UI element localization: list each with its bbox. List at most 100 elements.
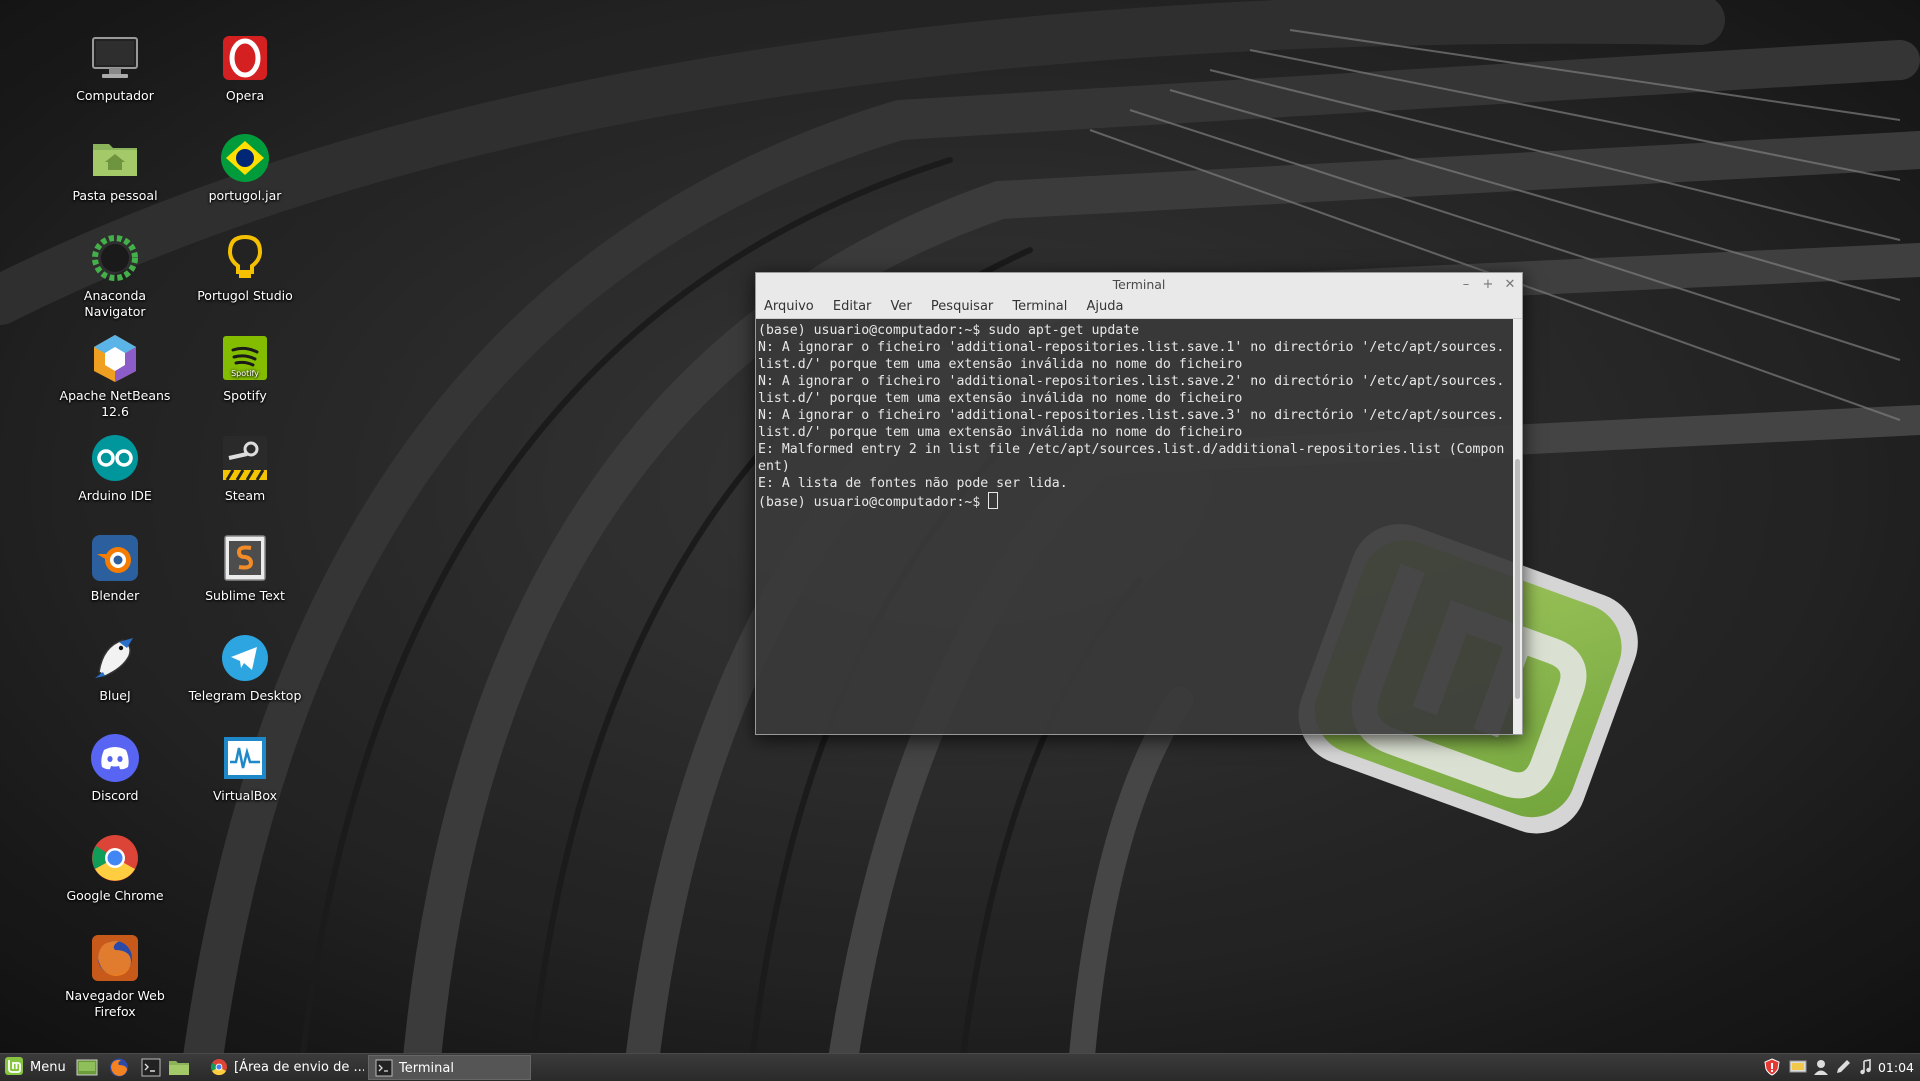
desktop-icon-pasta-pessoal[interactable]: Pasta pessoal — [53, 132, 177, 204]
desktop-icon-label: Discord — [91, 788, 139, 803]
desktop-icon-label: Sublime Text — [205, 588, 285, 603]
firefox-icon — [92, 935, 138, 981]
arduino-icon — [92, 435, 138, 481]
taskbar-task-terminal[interactable]: Terminal — [368, 1055, 531, 1080]
chrome-icon — [211, 1059, 227, 1076]
desktop-icon-computador[interactable]: Computador — [53, 32, 177, 104]
desktop-icon-label: Anaconda Navigator — [83, 288, 147, 319]
spotify-badge-text: Spotify — [231, 369, 259, 378]
blender-icon — [92, 535, 138, 581]
desktop-icon-discord[interactable]: Discord — [53, 732, 177, 804]
text-cursor — [988, 492, 999, 509]
desktop-icon-firefox[interactable]: Navegador Web Firefox — [53, 932, 177, 1020]
desktop-icon-steam[interactable]: Steam — [183, 432, 307, 504]
menu-editar[interactable]: Editar — [831, 299, 874, 314]
terminal-line: E: A lista de fontes não pode ser lida. — [758, 476, 1068, 491]
terminal-titlebar[interactable]: Terminal – + ✕ — [756, 273, 1522, 296]
taskbar-task-chrome[interactable]: [Área de envio de ... — [204, 1055, 364, 1080]
desktop-icon-portugol-studio[interactable]: Portugol Studio — [183, 232, 307, 304]
desktop-icon-blender[interactable]: Blender — [53, 532, 177, 604]
desktop-icon-label: Opera — [225, 88, 265, 103]
menu-terminal[interactable]: Terminal — [1010, 299, 1069, 314]
desktop-icon-label: Computador — [76, 88, 154, 103]
task-label: [Área de envio de ... — [234, 1060, 364, 1075]
terminal-line: list.d/' porque tem uma extensão inválid… — [758, 391, 1243, 406]
desktop-icon-label: Pasta pessoal — [72, 188, 158, 203]
terminal-line: N: A ignorar o ficheiro 'additional-repo… — [758, 374, 1505, 389]
brazil-flag-icon — [221, 134, 269, 182]
desktop-icon-label: Google Chrome — [66, 888, 164, 903]
desktop-icon-label: Portugol Studio — [197, 288, 293, 303]
desktop-icon-label: Steam — [224, 488, 266, 503]
desktop-icon-label: VirtualBox — [212, 788, 278, 803]
desktop-icon-bluej[interactable]: BlueJ — [53, 632, 177, 704]
terminal-line: list.d/' porque tem uma extensão inválid… — [758, 425, 1243, 440]
menu-ajuda[interactable]: Ajuda — [1085, 299, 1126, 314]
desktop-icon-opera[interactable]: Opera — [183, 32, 307, 104]
desktop-icon-netbeans[interactable]: Apache NetBeans 12.6 — [53, 332, 177, 420]
desktop-icon-anaconda[interactable]: Anaconda Navigator — [53, 232, 177, 320]
menu-pesquisar[interactable]: Pesquisar — [929, 299, 995, 314]
desktop-icon-sublime[interactable]: Sublime Text — [183, 532, 307, 604]
menu-ver[interactable]: Ver — [889, 299, 914, 314]
desktop-icon-virtualbox[interactable]: VirtualBox — [183, 732, 307, 804]
maximize-button[interactable]: + — [1478, 273, 1498, 296]
terminal-line: N: A ignorar o ficheiro 'additional-repo… — [758, 340, 1505, 355]
network-icon[interactable] — [1789, 1058, 1807, 1076]
desktop-icon-label: Spotify — [223, 388, 267, 403]
bluej-icon — [95, 638, 133, 678]
firefox-launcher-icon[interactable] — [108, 1057, 130, 1078]
volume-icon[interactable] — [1857, 1058, 1875, 1076]
chrome-icon — [92, 835, 138, 881]
telegram-icon — [222, 635, 268, 681]
terminal-menubar: Arquivo Editar Ver Pesquisar Terminal Aj… — [756, 296, 1522, 319]
desktop-icon-chrome[interactable]: Google Chrome — [53, 832, 177, 904]
clock[interactable]: 01:04 — [1878, 1054, 1914, 1081]
menu-arquivo[interactable]: Arquivo — [762, 299, 816, 314]
terminal-output[interactable]: (base) usuario@computador:~$ sudo apt-ge… — [756, 319, 1512, 734]
minimize-button[interactable]: – — [1456, 273, 1476, 296]
terminal-window[interactable]: Terminal – + ✕ Arquivo Editar Ver Pesqui… — [755, 272, 1523, 735]
terminal-prompt-line[interactable]: (base) usuario@computador:~$ — [758, 492, 1510, 511]
lightbulb-icon — [227, 234, 263, 278]
netbeans-icon — [94, 335, 136, 382]
spotify-icon: Spotify — [223, 336, 267, 380]
close-button[interactable]: ✕ — [1500, 273, 1520, 296]
desktop-icon-label: Arduino IDE — [78, 488, 152, 503]
virtualbox-icon — [224, 737, 266, 779]
terminal-line: E: Malformed entry 2 in list file /etc/a… — [758, 442, 1505, 457]
desktop-icon-spotify[interactable]: Spotify Spotify — [183, 332, 307, 404]
desktop-icon-label: Blender — [90, 588, 140, 603]
desktop-icon-label: Navegador Web Firefox — [65, 988, 165, 1019]
desktop-icon-telegram[interactable]: Telegram Desktop — [183, 632, 307, 704]
linux-mint-logo-icon — [5, 1057, 23, 1075]
monitor-icon — [92, 37, 138, 78]
home-folder-icon — [93, 144, 137, 176]
task-label: Terminal — [399, 1061, 454, 1076]
user-icon[interactable] — [1812, 1058, 1830, 1076]
terminal-line: list.d/' porque tem uma extensão inválid… — [758, 357, 1243, 372]
anaconda-icon — [92, 235, 138, 281]
files-launcher-icon[interactable] — [168, 1057, 190, 1078]
desktop-icon-portugol-jar[interactable]: portugol.jar — [183, 132, 307, 204]
desktop-icon-arduino[interactable]: Arduino IDE — [53, 432, 177, 504]
taskbar: Menu [Área de envio de ... Terminal 01:0… — [0, 1053, 1920, 1081]
desktop-icon-label: BlueJ — [99, 688, 131, 703]
opera-icon — [223, 36, 267, 80]
scrollbar-thumb[interactable] — [1515, 459, 1520, 699]
terminal-launcher-icon[interactable] — [140, 1057, 162, 1078]
window-title: Terminal — [1112, 277, 1166, 292]
menu-label: Menu — [30, 1060, 66, 1075]
terminal-icon — [375, 1059, 393, 1077]
desktop-icon-label: portugol.jar — [208, 188, 282, 203]
shield-update-icon[interactable] — [1763, 1058, 1781, 1076]
terminal-line: (base) usuario@computador:~$ sudo apt-ge… — [758, 323, 1140, 338]
discord-icon — [91, 734, 139, 782]
start-menu-button[interactable]: Menu — [2, 1054, 66, 1081]
pen-icon[interactable] — [1834, 1058, 1852, 1076]
steam-icon — [223, 436, 267, 481]
sublime-icon — [224, 535, 266, 581]
show-desktop-icon[interactable] — [76, 1057, 98, 1078]
terminal-prompt: (base) usuario@computador:~$ — [758, 495, 989, 510]
terminal-scrollbar[interactable] — [1513, 319, 1522, 734]
